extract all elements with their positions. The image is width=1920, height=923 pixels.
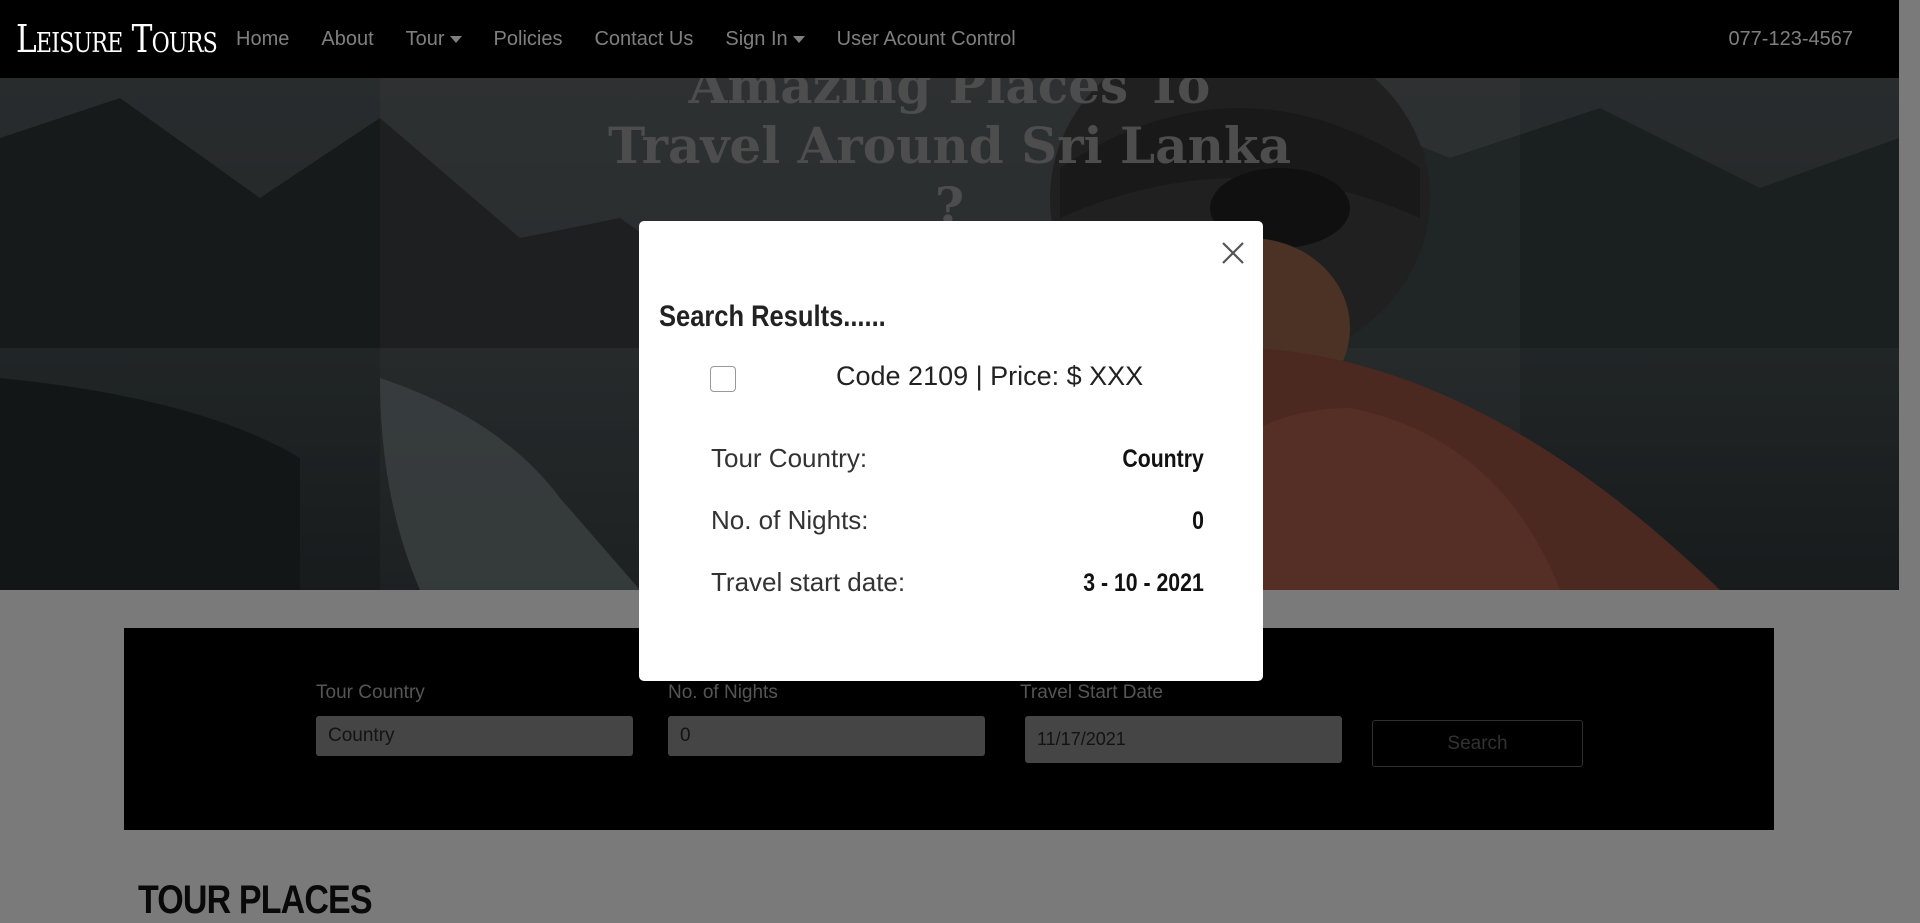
navbar: Leisure Tours Home About Tour Policies C… — [0, 0, 1899, 78]
brand-logo[interactable]: Leisure Tours — [16, 17, 218, 61]
nights-result-value: 0 — [1192, 507, 1204, 535]
search-results-modal: Search Results...... Code 2109 | Price: … — [639, 221, 1263, 681]
result-checkbox[interactable] — [710, 366, 736, 392]
close-icon[interactable] — [1219, 239, 1247, 267]
nav-item-label: User Acount Control — [836, 27, 1016, 50]
result-code-price: Code 2109 | Price: $ XXX — [836, 361, 1144, 391]
nav-item-about[interactable]: About — [321, 28, 373, 51]
result-row-date: Travel start date: 3 - 10 - 2021 — [711, 567, 1204, 598]
tour-country-input[interactable]: Country — [316, 716, 633, 756]
phone-number: 077-123-4567 — [1728, 27, 1853, 50]
nav-item-tour[interactable]: Tour — [406, 28, 462, 51]
tour-country-field: Tour Country Country — [316, 682, 633, 756]
start-date-label: Travel Start Date — [1020, 682, 1163, 703]
modal-title: Search Results...... — [659, 300, 886, 333]
nav-item-label: About — [321, 27, 374, 50]
nights-label: No. of Nights — [668, 682, 778, 703]
nav-item-label: Policies — [493, 27, 563, 50]
tour-country-result-label: Tour Country: — [711, 443, 868, 473]
nav-item-contact-us[interactable]: Contact Us — [594, 28, 693, 51]
start-date-input[interactable]: 11/17/2021 — [1025, 716, 1342, 763]
nav-item-policies[interactable]: Policies — [494, 28, 563, 51]
tour-country-label: Tour Country — [316, 682, 425, 703]
hero-title-line: Travel Around Sri Lanka — [608, 116, 1291, 175]
nights-result-label: No. of Nights: — [711, 505, 869, 535]
start-date-result-value: 3 - 10 - 2021 — [1083, 569, 1204, 597]
nights-input[interactable]: 0 — [668, 716, 985, 756]
nav-item-home[interactable]: Home — [236, 28, 289, 51]
hero-title: Amazing Places To Travel Around Sri Lank… — [0, 78, 1899, 236]
tour-country-result-value: Country — [1122, 445, 1204, 473]
nav-menu: Home About Tour Policies Contact Us Sign… — [236, 28, 1048, 51]
nav-item-label: Contact Us — [594, 27, 694, 50]
caret-down-icon — [792, 35, 805, 43]
start-date-field: Travel Start Date 11/17/2021 — [1020, 682, 1342, 763]
nav-item-label: Sign In — [725, 27, 788, 50]
nav-item-user-account-control[interactable]: User Acount Control — [837, 28, 1016, 51]
start-date-result-label: Travel start date: — [711, 567, 906, 597]
search-button[interactable]: Search — [1372, 720, 1583, 767]
caret-down-icon — [449, 35, 462, 43]
nav-item-sign-in[interactable]: Sign In — [725, 27, 805, 51]
result-row-country: Tour Country: Country — [711, 443, 1204, 474]
nav-item-label: Tour — [405, 27, 445, 50]
nights-field: No. of Nights 0 — [668, 682, 985, 756]
hero-title-line: Amazing Places To — [688, 78, 1211, 115]
nav-item-label: Home — [236, 27, 290, 50]
result-row-nights: No. of Nights: 0 — [711, 505, 1204, 536]
